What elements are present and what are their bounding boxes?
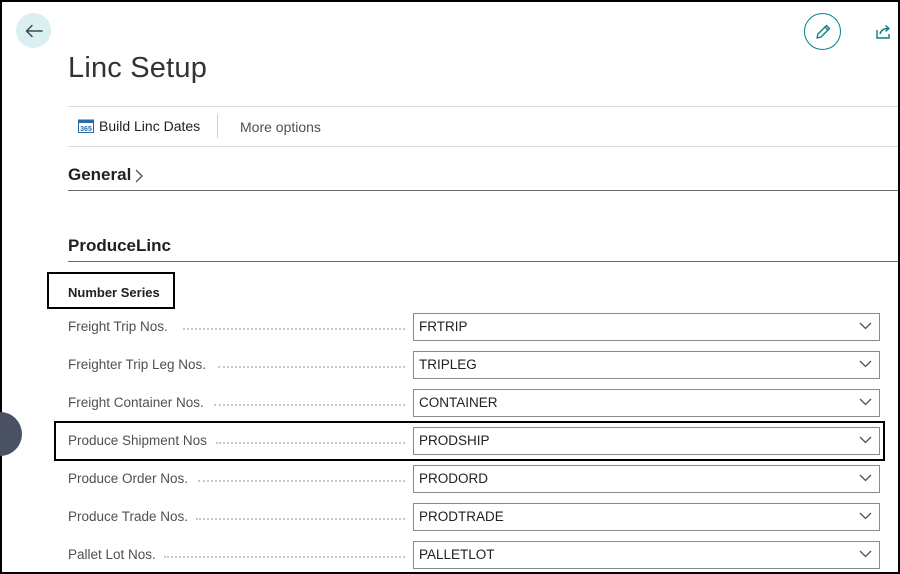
share-button[interactable] [873,21,895,43]
section-general-label: General [68,165,132,184]
section-producelinc-header[interactable]: ProduceLinc [68,236,898,262]
chevron-right-icon [135,169,143,183]
action-bar: 365 Build Linc Dates More options [68,106,898,147]
chevron-down-icon [859,398,872,406]
field-label: Freight Container Nos. [68,395,210,410]
leader-dots [183,328,405,330]
field-value: TRIPLEG [419,357,477,372]
leader-dots [198,480,405,482]
produce-order-nos-select[interactable]: PRODORD [413,465,880,493]
build-linc-dates-button[interactable]: 365 Build Linc Dates [78,118,200,134]
freight-container-nos-select[interactable]: CONTAINER [413,389,880,417]
field-freighter-trip-leg-nos: Freighter Trip Leg Nos. TRIPLEG [68,351,880,379]
field-value: FRTRIP [419,319,468,334]
field-freight-trip-nos: Freight Trip Nos. FRTRIP [68,313,880,341]
field-freight-container-nos: Freight Container Nos. CONTAINER [68,389,880,417]
freight-trip-nos-select[interactable]: FRTRIP [413,313,880,341]
produce-trade-nos-select[interactable]: PRODTRADE [413,503,880,531]
chevron-down-icon [859,550,872,558]
number-series-group-label: Number Series [68,285,160,300]
field-produce-order-nos: Produce Order Nos. PRODORD [68,465,880,493]
field-value: PALLETLOT [419,547,495,562]
leader-dots [214,404,405,406]
pallet-lot-nos-select[interactable]: PALLETLOT [413,541,880,569]
freighter-trip-leg-nos-select[interactable]: TRIPLEG [413,351,880,379]
field-value: PRODORD [419,471,489,486]
section-general-header[interactable]: General [68,165,898,191]
more-options-button[interactable]: More options [240,119,321,135]
build-linc-dates-label: Build Linc Dates [99,118,201,134]
field-label: Pallet Lot Nos. [68,547,162,562]
edit-button[interactable] [804,13,841,50]
chevron-down-icon [859,474,872,482]
svg-text:365: 365 [80,126,92,133]
field-pallet-lot-nos: Pallet Lot Nos. PALLETLOT [68,541,880,569]
field-label: Freight Trip Nos. [68,319,174,334]
chevron-down-icon [859,512,872,520]
field-produce-trade-nos: Produce Trade Nos. PRODTRADE [68,503,880,531]
back-button[interactable] [16,13,51,48]
page-title: Linc Setup [68,52,208,84]
field-label: Produce Trade Nos. [68,509,195,524]
field-value: PRODTRADE [419,509,504,524]
share-icon [876,24,890,39]
action-separator [217,114,218,138]
leader-dots [196,518,405,520]
section-producelinc-label: ProduceLinc [68,236,171,255]
field-label: Produce Shipment Nos [68,433,213,448]
chevron-down-icon [859,360,872,368]
leader-dots [164,556,405,558]
field-value: CONTAINER [419,395,498,410]
arrow-left-icon [25,24,43,37]
pencil-icon [815,24,830,39]
field-label: Produce Order Nos. [68,471,195,486]
calendar-icon: 365 [78,119,94,133]
field-label: Freighter Trip Leg Nos. [68,357,213,372]
chevron-down-icon [859,322,872,330]
leader-dots [218,366,405,368]
